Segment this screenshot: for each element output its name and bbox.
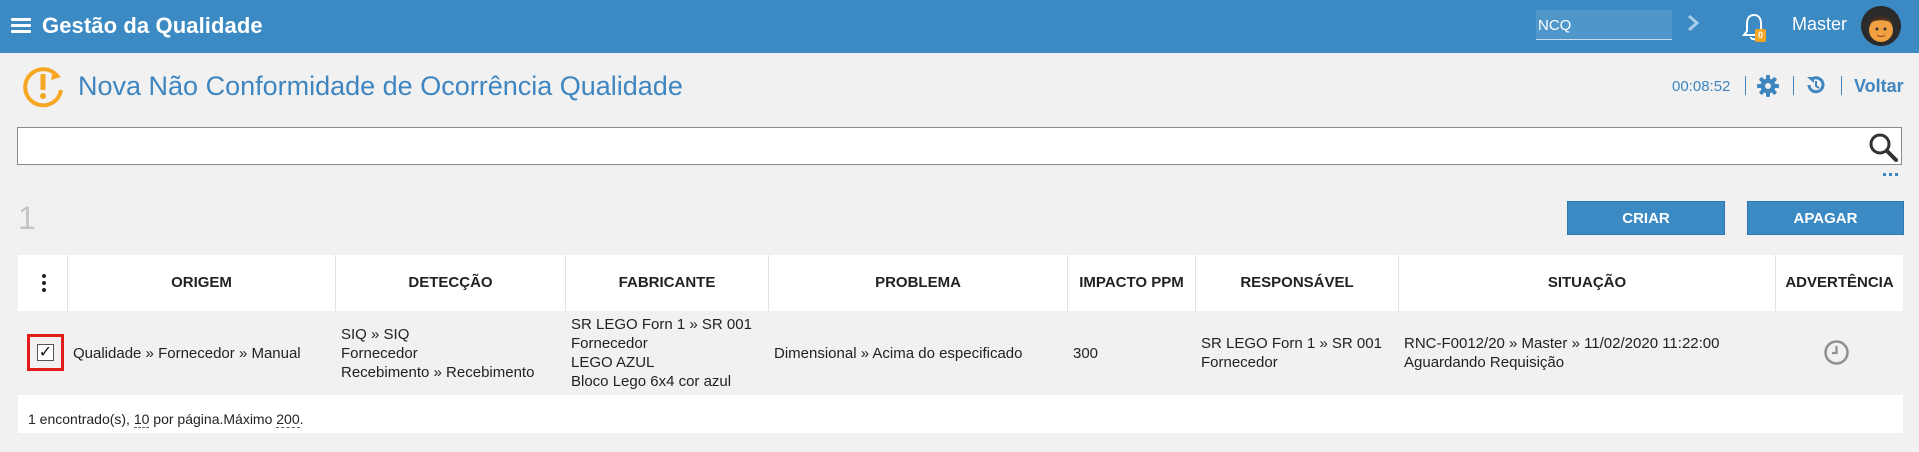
cell-text: SR LEGO Forn 1 » SR 001 (571, 316, 752, 333)
column-header-fabricante[interactable]: FABRICANTE (566, 255, 769, 311)
back-link[interactable]: Voltar (1854, 76, 1904, 97)
divider (1793, 76, 1794, 95)
menu-icon[interactable] (11, 18, 31, 34)
row-checkbox[interactable]: ✓ (37, 344, 54, 361)
column-header-origem[interactable]: ORIGEM (68, 255, 336, 311)
module-search-input[interactable] (1536, 10, 1672, 40)
cell-text: Recebimento » Recebimento (341, 363, 535, 381)
gear-icon[interactable] (1757, 75, 1779, 97)
cell-text: Qualidade » Fornecedor » Manual (73, 344, 301, 362)
column-header-problema[interactable]: PROBLEMA (769, 255, 1068, 311)
cell-text: Fornecedor (1201, 354, 1278, 371)
found-count-text: 1 encontrado(s), (28, 411, 134, 427)
cell-text: Bloco Lego 6x4 cor azul (571, 373, 732, 390)
app-title: Gestão da Qualidade (42, 13, 263, 38)
cell-situacao: RNC-F0012/20 » Master » 11/02/2020 11:22… (1399, 311, 1776, 395)
user-name[interactable]: Master (1792, 14, 1847, 35)
avatar[interactable] (1861, 6, 1901, 46)
column-header-situacao[interactable]: SITUAÇÃO (1399, 255, 1776, 311)
cell-text: LEGO AZUL (571, 354, 655, 371)
delete-button[interactable]: APAGAR (1747, 201, 1904, 235)
search-icon[interactable] (1868, 132, 1898, 162)
cell-impacto-ppm: 300 (1068, 311, 1196, 395)
avatar-image (1861, 6, 1901, 46)
history-icon[interactable] (1805, 74, 1827, 96)
max-results-selector[interactable]: 200 (276, 411, 300, 428)
cell-text: Fornecedor (571, 335, 648, 352)
column-menu-header[interactable] (18, 255, 68, 311)
divider (1841, 76, 1842, 95)
table-row[interactable]: ✓ Qualidade » Fornecedor » Manual SIQ » … (18, 311, 1903, 395)
divider (1745, 76, 1746, 95)
clock-icon[interactable] (1824, 340, 1849, 365)
per-page-text: por página.Máximo (149, 411, 277, 427)
cell-text: SR LEGO Forn 1 » SR 001 (1201, 335, 1382, 352)
column-header-impacto-ppm[interactable]: IMPACTO PPM (1068, 255, 1196, 311)
page-title: Nova Não Conformidade de Ocorrência Qual… (78, 71, 683, 101)
search-input[interactable] (17, 127, 1902, 165)
row-checkbox-highlight[interactable]: ✓ (27, 334, 64, 371)
warning-reload-icon (23, 67, 63, 108)
cell-problema: Dimensional » Acima do especificado (769, 311, 1068, 395)
results-table: ORIGEM DETECÇÃO FABRICANTE PROBLEMA IMPA… (18, 255, 1903, 433)
column-header-advertencia[interactable]: ADVERTÊNCIA (1776, 255, 1903, 311)
footer-end: . (299, 411, 304, 427)
session-timer: 00:08:52 (1672, 78, 1731, 95)
more-options-icon[interactable] (1882, 170, 1900, 178)
cell-origem: Qualidade » Fornecedor » Manual (68, 311, 336, 395)
cell-fabricante: SR LEGO Forn 1 » SR 001 Fornecedor LEGO … (566, 311, 769, 395)
top-bar: Gestão da Qualidade 0 Master (0, 0, 1919, 53)
kebab-menu-icon[interactable] (42, 274, 46, 292)
result-count: 1 (18, 200, 36, 236)
create-button[interactable]: CRIAR (1567, 201, 1725, 235)
cell-deteccao: SIQ » SIQ Fornecedor Recebimento » Receb… (336, 311, 566, 395)
cell-text: Dimensional » Acima do especificado (774, 344, 1023, 362)
cell-text: SIQ » SIQ (341, 325, 410, 343)
cell-text: Aguardando Requisição (1404, 354, 1565, 371)
column-header-deteccao[interactable]: DETECÇÃO (336, 255, 566, 311)
chevron-right-icon[interactable] (1686, 13, 1700, 33)
notification-badge: 0 (1755, 29, 1766, 42)
pagination-summary: 1 encontrado(s), 10 por página.Máximo 20… (28, 411, 304, 428)
cell-text: 300 (1073, 344, 1099, 362)
cell-responsavel: SR LEGO Forn 1 » SR 001 Fornecedor (1196, 311, 1399, 395)
column-header-responsavel[interactable]: RESPONSÁVEL (1196, 255, 1399, 311)
cell-text: Fornecedor (341, 344, 418, 362)
per-page-selector[interactable]: 10 (133, 411, 150, 428)
cell-text: RNC-F0012/20 » Master » 11/02/2020 11:22… (1404, 335, 1720, 352)
